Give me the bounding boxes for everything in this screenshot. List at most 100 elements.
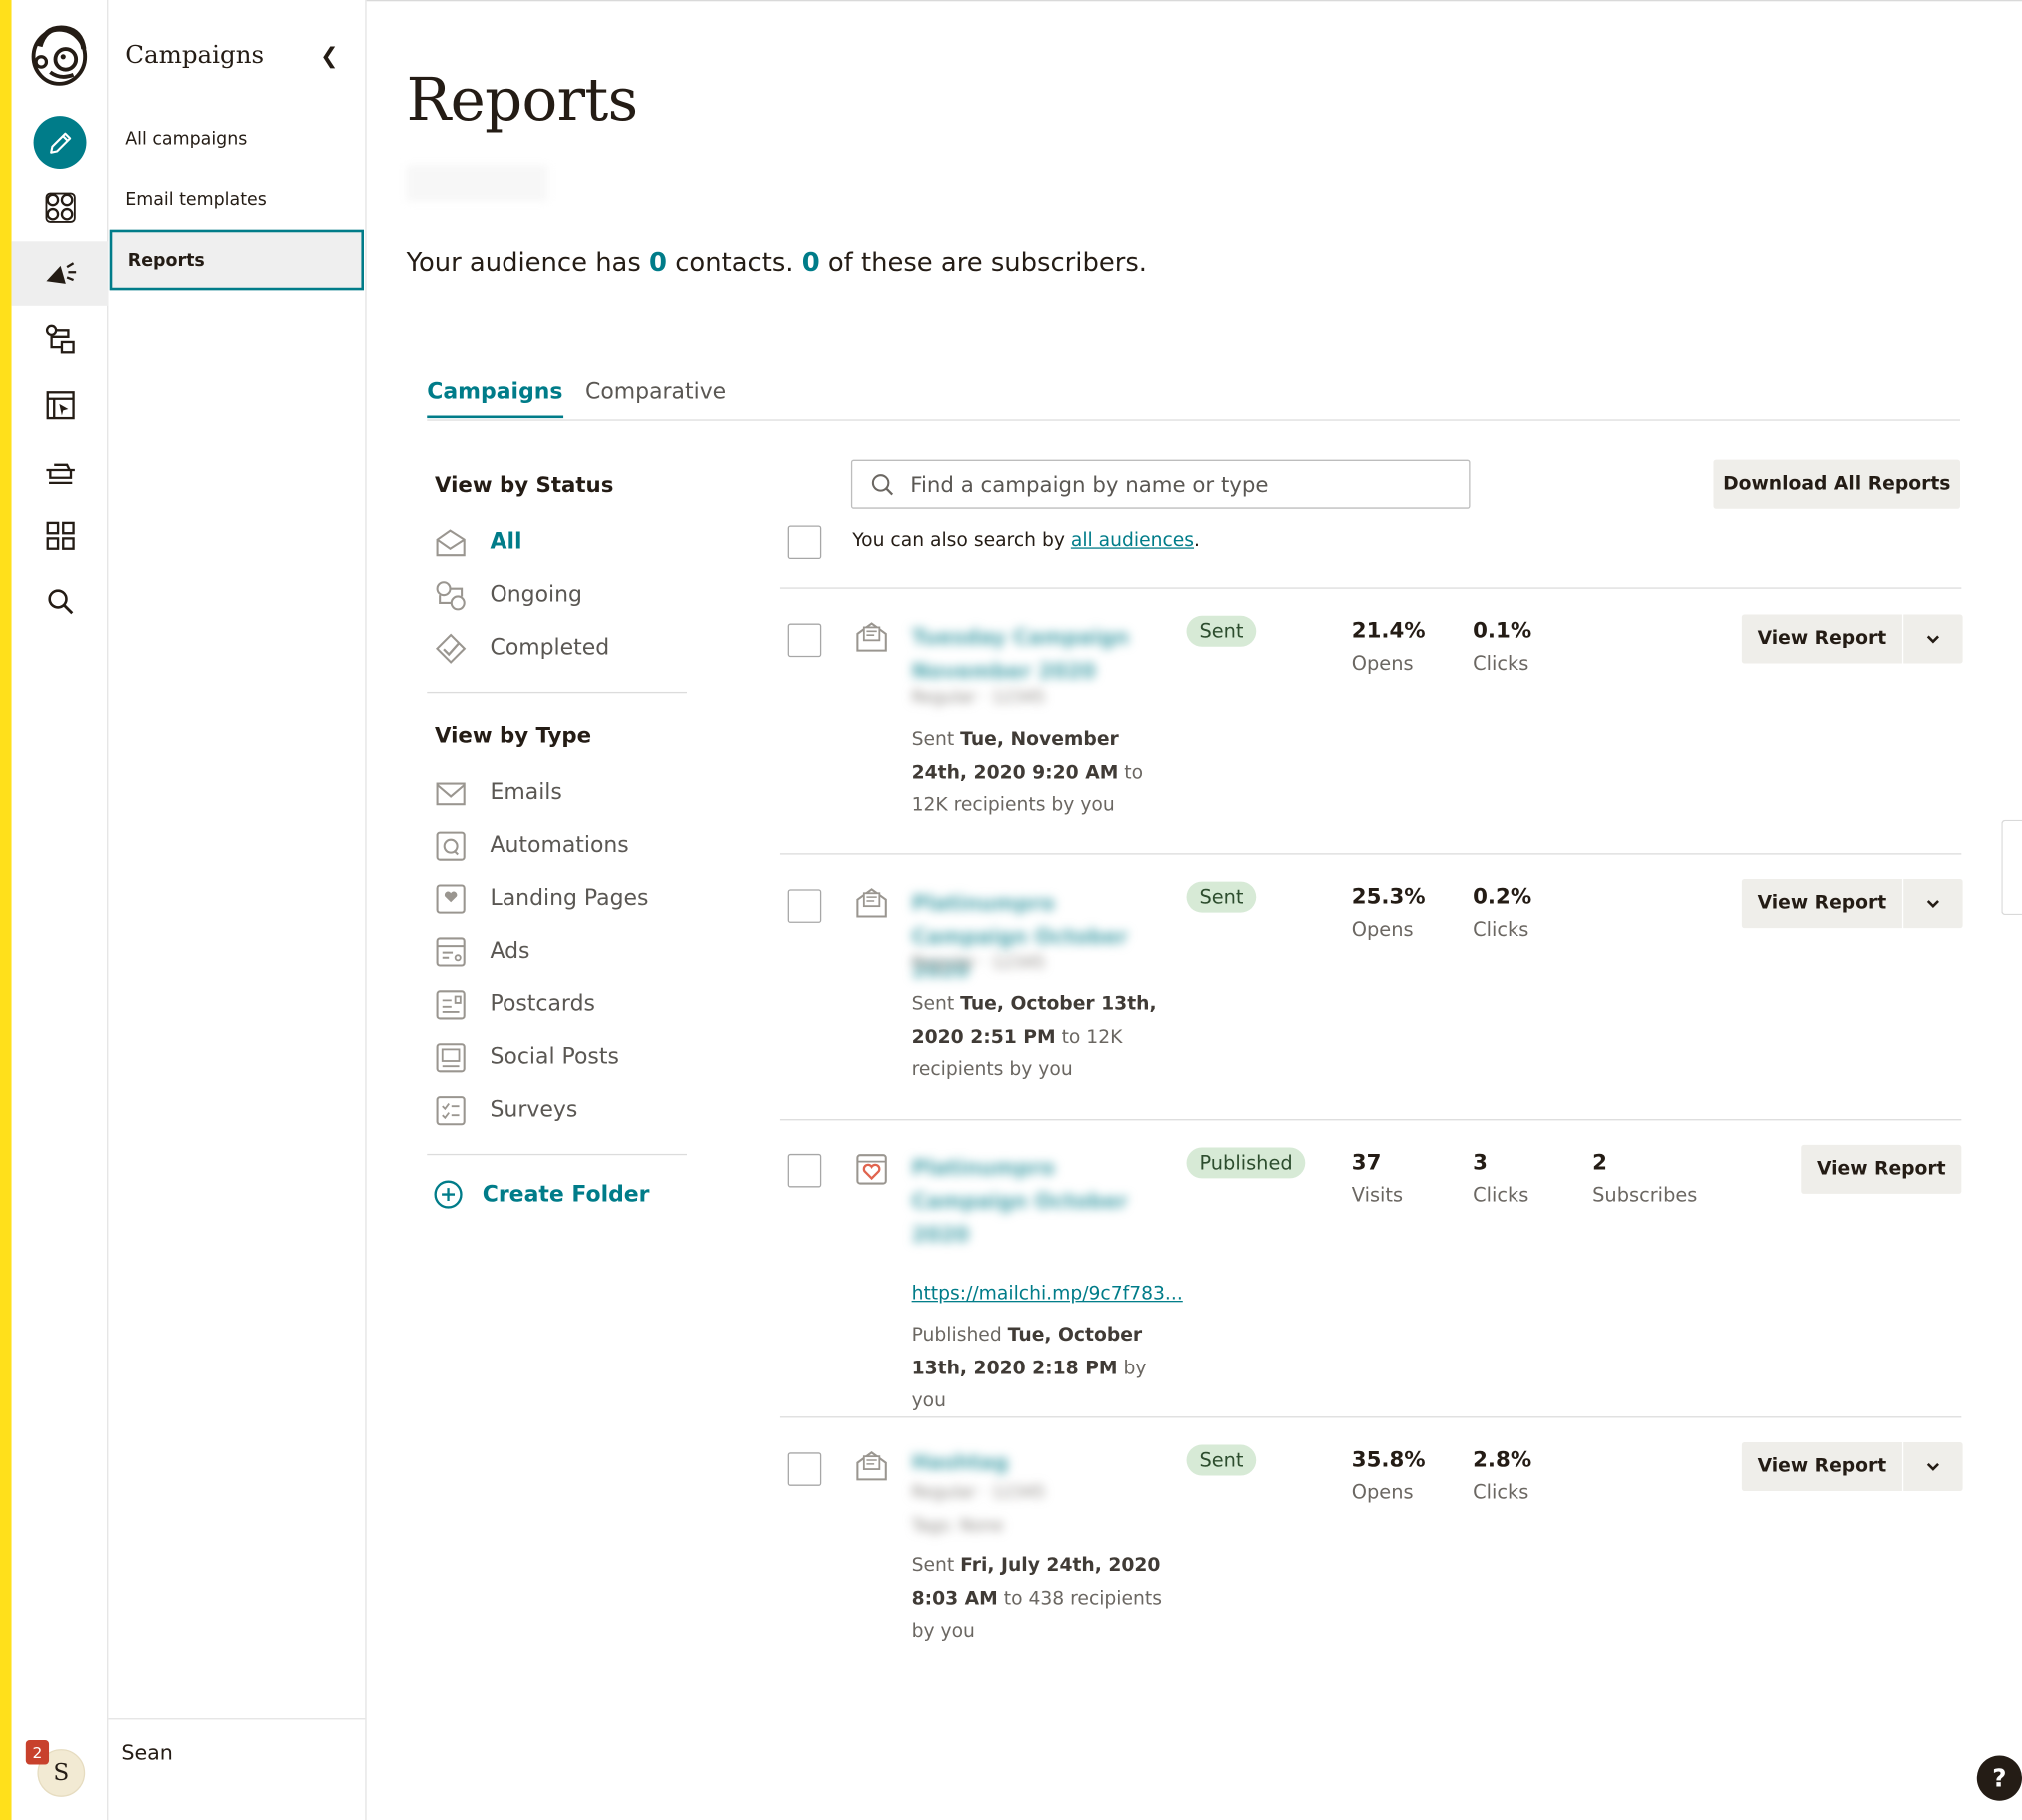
filter-label: Postcards	[490, 991, 595, 1018]
email-icon	[436, 781, 466, 805]
chevron-down-icon	[1926, 900, 1939, 908]
pencil-icon	[49, 132, 71, 154]
user-name[interactable]: Sean	[121, 1740, 173, 1765]
report-options-dropdown[interactable]	[1903, 614, 1963, 664]
campaign-type-redacted: Regular · 12345	[911, 688, 1046, 708]
filter-label: Social Posts	[490, 1044, 619, 1071]
filter-label: Emails	[490, 779, 562, 806]
stat-opens-label: Opens	[1351, 1480, 1414, 1504]
landing-page-url-link[interactable]: https://mailchi.mp/9c7f783...	[912, 1284, 1183, 1305]
select-all-checkbox[interactable]	[787, 525, 822, 560]
also-search-hint: You can also search by all audiences.	[852, 531, 1200, 552]
email-campaign-icon	[856, 888, 887, 918]
website-icon	[45, 391, 75, 420]
row-checkbox[interactable]	[787, 1153, 822, 1188]
subnav-item-all-campaigns[interactable]: All campaigns	[125, 129, 247, 150]
filter-type-emails[interactable]: Emails	[434, 775, 562, 811]
email-campaign-icon	[856, 1451, 887, 1481]
automation-icon	[45, 324, 75, 354]
campaign-name-redacted[interactable]: Hashtag	[912, 1450, 1009, 1475]
audience-middle: contacts.	[667, 246, 802, 278]
hint-prefix: You can also search by	[852, 530, 1071, 552]
megaphone-icon	[45, 262, 76, 284]
subnav-item-reports[interactable]: Reports	[109, 229, 365, 291]
filter-label: Landing Pages	[490, 885, 649, 912]
landing-page-campaign-icon	[856, 1154, 887, 1185]
blurred-subtitle	[406, 165, 548, 202]
search-icon	[47, 589, 73, 615]
filter-divider	[427, 1153, 687, 1156]
row-checkbox[interactable]	[787, 889, 822, 923]
survey-icon	[436, 1095, 466, 1125]
report-options-dropdown[interactable]	[1903, 879, 1963, 929]
rail-website[interactable]	[12, 373, 109, 438]
report-tabs: Campaigns Comparative	[427, 379, 1961, 421]
help-button[interactable]: ?	[1976, 1755, 2022, 1801]
filter-label: Ongoing	[490, 582, 582, 609]
search-input[interactable]	[910, 471, 1427, 497]
ads-icon	[436, 936, 466, 966]
row-checkbox[interactable]	[787, 623, 822, 658]
filter-type-ads[interactable]: Ads	[434, 933, 529, 969]
download-all-reports-button[interactable]: Download All Reports	[1713, 459, 1961, 509]
stat-clicks-label: Clicks	[1473, 1183, 1529, 1207]
collapse-chevron-icon[interactable]: ❮	[320, 44, 338, 70]
stat-opens-value: 21.4%	[1351, 618, 1426, 643]
campaign-name-redacted[interactable]: Tuesday Campaign November 2020	[912, 621, 1144, 688]
create-button[interactable]	[33, 116, 87, 170]
chevron-down-icon	[1926, 635, 1939, 644]
notification-badge[interactable]: 2	[25, 1740, 50, 1765]
automation-icon	[436, 830, 466, 861]
all-audiences-link[interactable]: all audiences	[1071, 531, 1194, 552]
campaign-tags-redacted: Tags: None	[911, 1516, 1004, 1537]
tab-campaigns[interactable]: Campaigns	[427, 379, 563, 419]
meta-prefix: Sent	[911, 993, 961, 1015]
feedback-tab[interactable]	[2001, 819, 2022, 916]
view-report-split-button: View Report	[1741, 879, 1963, 929]
type-heading: View by Type	[434, 722, 592, 748]
stat-opens-value: 25.3%	[1351, 884, 1426, 909]
filter-type-social-posts[interactable]: Social Posts	[434, 1039, 619, 1075]
campaign-meta: Sent Tue, October 13th, 2020 2:51 PM to …	[912, 989, 1157, 1088]
rail-content[interactable]	[12, 439, 109, 503]
stat-opens-value: 35.8%	[1351, 1447, 1426, 1472]
rail-automations[interactable]	[12, 307, 109, 372]
filter-type-surveys[interactable]: Surveys	[434, 1092, 578, 1128]
filter-label: Surveys	[490, 1097, 578, 1123]
view-report-button[interactable]: View Report	[1741, 879, 1902, 929]
row-divider	[779, 853, 1962, 855]
filter-status-ongoing[interactable]: Ongoing	[434, 577, 582, 613]
create-folder-label: Create Folder	[482, 1181, 650, 1208]
meta-prefix: Sent	[911, 1555, 961, 1577]
filter-status-completed[interactable]: Completed	[434, 630, 609, 666]
status-badge: Sent	[1186, 1444, 1257, 1476]
filter-status-all[interactable]: All	[434, 524, 522, 560]
rail-campaigns[interactable]	[11, 241, 109, 306]
view-report-button[interactable]: View Report	[1801, 1144, 1962, 1194]
tab-comparative[interactable]: Comparative	[585, 379, 726, 415]
filter-type-postcards[interactable]: Postcards	[434, 986, 595, 1022]
search-icon	[871, 473, 894, 495]
create-folder-button[interactable]: Create Folder	[434, 1180, 650, 1210]
freddie-logo-icon[interactable]	[27, 18, 92, 90]
row-checkbox[interactable]	[787, 1452, 822, 1486]
campaign-name-redacted[interactable]: Platinumpro Campaign October 2020	[912, 1151, 1144, 1252]
report-options-dropdown[interactable]	[1903, 1441, 1963, 1491]
landing-page-url-wrap: https://mailchi.mp/9c7f783...	[912, 1279, 1183, 1312]
filter-type-automations[interactable]: Automations	[434, 827, 629, 863]
filter-type-landing-pages[interactable]: Landing Pages	[434, 880, 649, 916]
filter-divider	[427, 691, 687, 694]
audience-icon	[44, 192, 76, 223]
view-report-split-button: View Report	[1741, 1441, 1963, 1491]
row-divider	[779, 587, 1962, 589]
subnav-item-email-templates[interactable]: Email templates	[125, 190, 267, 211]
view-report-button[interactable]: View Report	[1741, 614, 1902, 664]
filter-label: Automations	[490, 832, 629, 859]
rail-integrations[interactable]	[12, 504, 109, 569]
view-report-button[interactable]: View Report	[1741, 1441, 1902, 1491]
landing-page-icon	[436, 883, 466, 913]
status-badge: Sent	[1186, 881, 1257, 913]
rail-audience[interactable]	[12, 175, 109, 240]
rail-search[interactable]	[12, 569, 109, 634]
stat-subscribes-value: 2	[1592, 1150, 1607, 1175]
